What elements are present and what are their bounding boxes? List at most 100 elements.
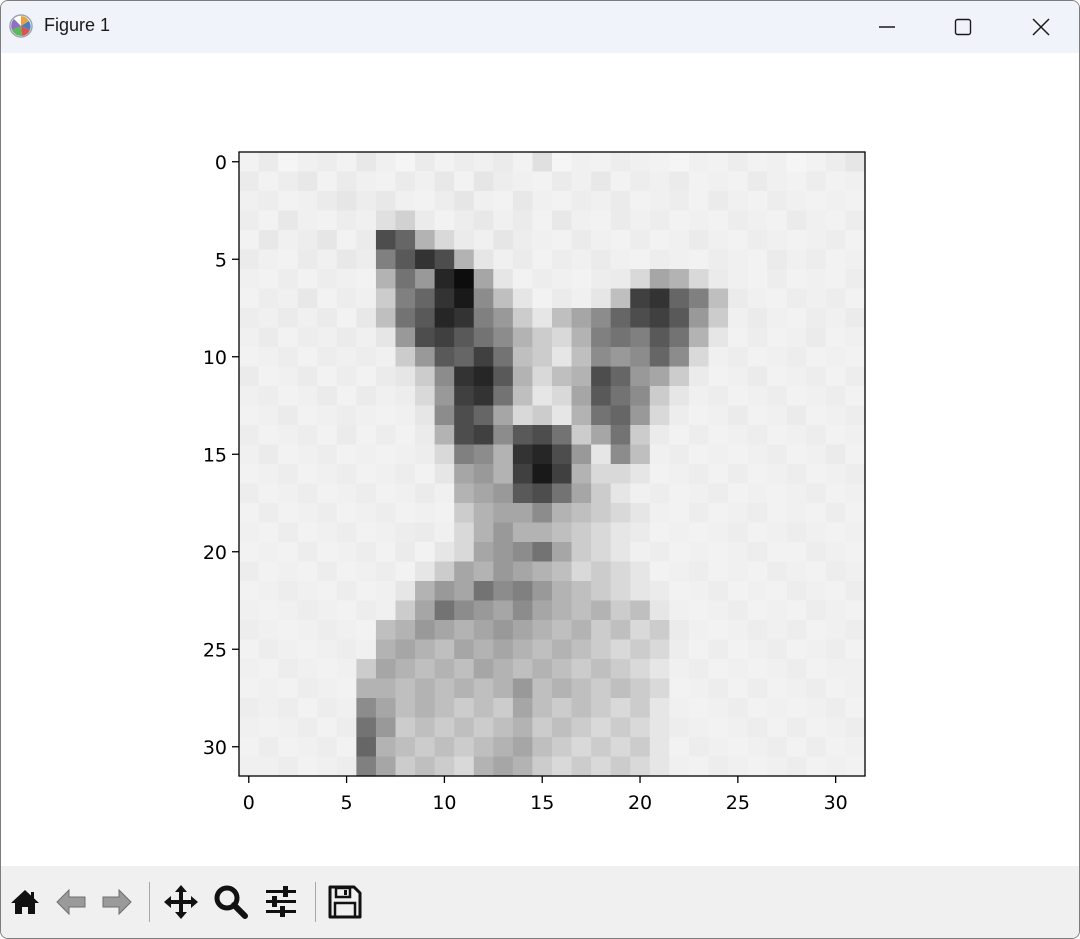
heatmap-cell xyxy=(395,347,416,368)
heatmap-cell xyxy=(317,210,338,231)
heatmap-cell xyxy=(356,269,377,290)
heatmap-cell xyxy=(806,561,827,582)
heatmap-cell xyxy=(728,678,749,699)
heatmap-cell xyxy=(239,327,260,348)
heatmap-cell xyxy=(434,288,455,309)
heatmap-cell xyxy=(728,210,749,231)
minimize-button[interactable] xyxy=(849,1,925,53)
heatmap-cell xyxy=(630,561,651,582)
heatmap-cell xyxy=(278,288,299,309)
heatmap-cell xyxy=(669,347,690,368)
heatmap-cell xyxy=(591,561,612,582)
heatmap-cell xyxy=(434,405,455,426)
heatmap-cell xyxy=(415,678,436,699)
heatmap-cell xyxy=(845,327,866,348)
heatmap-cell xyxy=(591,230,612,251)
heatmap-cell xyxy=(239,347,260,368)
back-button[interactable] xyxy=(49,880,93,924)
x-tick-label: 0 xyxy=(243,792,255,814)
heatmap-cell xyxy=(825,308,847,329)
heatmap-cell xyxy=(454,269,475,290)
heatmap-cell xyxy=(258,522,279,543)
heatmap-cell xyxy=(552,288,573,309)
heatmap-cell xyxy=(317,386,338,407)
heatmap-cell xyxy=(415,444,436,465)
configure-subplots-button[interactable] xyxy=(259,880,303,924)
heatmap-cell xyxy=(845,464,866,485)
home-button[interactable] xyxy=(3,880,47,924)
heatmap-cell xyxy=(767,464,788,485)
heatmap-cell xyxy=(532,483,553,504)
heatmap-cell xyxy=(591,210,612,231)
heatmap-cell xyxy=(239,756,260,777)
heatmap-plot[interactable]: 0 5 10 15 20 25 30 0 5 10 15 20 25 30 xyxy=(1,53,1079,866)
heatmap-cell xyxy=(395,737,416,758)
heatmap-cell xyxy=(669,405,690,426)
heatmap-cell xyxy=(258,581,279,602)
heatmap-cell xyxy=(258,620,279,641)
x-tick-label: 10 xyxy=(432,792,456,814)
navigation-toolbar xyxy=(1,866,1079,938)
heatmap-cell xyxy=(375,347,397,368)
heatmap-cell xyxy=(336,737,357,758)
heatmap-cell xyxy=(649,620,670,641)
heatmap-cell xyxy=(649,210,670,231)
heatmap-cell xyxy=(297,581,318,602)
heatmap-cell xyxy=(532,366,553,387)
heatmap-cell xyxy=(278,698,299,719)
heatmap-cell xyxy=(708,464,729,485)
heatmap-cell xyxy=(806,581,827,602)
heatmap-cell xyxy=(395,698,416,719)
heatmap-cell xyxy=(630,152,651,173)
heatmap-cell xyxy=(610,581,631,602)
heatmap-cell xyxy=(434,600,455,621)
heatmap-cell xyxy=(747,717,768,738)
heatmap-cell xyxy=(317,503,338,524)
forward-button[interactable] xyxy=(95,880,139,924)
pan-button[interactable] xyxy=(159,880,203,924)
heatmap-cell xyxy=(297,698,318,719)
heatmap-cell xyxy=(747,581,768,602)
heatmap-cell xyxy=(278,581,299,602)
heatmap-cell xyxy=(317,756,338,777)
heatmap-cell xyxy=(708,581,729,602)
heatmap-cell xyxy=(767,581,788,602)
heatmap-cell xyxy=(688,230,710,251)
heatmap-cell xyxy=(610,483,631,504)
heatmap-cell xyxy=(258,717,279,738)
heatmap-cell xyxy=(845,717,866,738)
heatmap-cell xyxy=(493,620,514,641)
heatmap-cell xyxy=(454,230,475,251)
heatmap-cell xyxy=(258,659,279,680)
heatmap-cell xyxy=(454,386,475,407)
heatmap-cell xyxy=(239,600,260,621)
heatmap-cell xyxy=(297,269,318,290)
zoom-button[interactable] xyxy=(209,880,253,924)
heatmap-cell xyxy=(532,503,553,524)
heatmap-cell xyxy=(317,405,338,426)
heatmap-cell xyxy=(454,561,475,582)
heatmap-cell xyxy=(845,756,866,777)
title-bar[interactable]: Figure 1 xyxy=(1,1,1079,53)
heatmap-cell xyxy=(825,698,847,719)
heatmap-cell xyxy=(239,405,260,426)
heatmap-cell xyxy=(258,230,279,251)
heatmap-cell xyxy=(278,191,299,212)
heatmap-cell xyxy=(356,230,377,251)
heatmap-cell xyxy=(415,542,436,563)
heatmap-cell xyxy=(571,152,592,173)
heatmap-cell xyxy=(786,191,807,212)
heatmap-cell xyxy=(571,327,592,348)
heatmap-cell xyxy=(669,639,690,660)
heatmap-cell xyxy=(591,347,612,368)
heatmap-cell xyxy=(825,347,847,368)
figure-canvas[interactable]: 0 5 10 15 20 25 30 0 5 10 15 20 25 30 xyxy=(1,53,1079,866)
close-button[interactable] xyxy=(1003,1,1079,53)
heatmap-cell xyxy=(532,561,553,582)
maximize-button[interactable] xyxy=(925,1,1001,53)
save-button[interactable] xyxy=(323,880,367,924)
heatmap-cell xyxy=(473,659,494,680)
heatmap-cell xyxy=(512,561,534,582)
heatmap-cell xyxy=(825,230,847,251)
heatmap-cell xyxy=(591,620,612,641)
